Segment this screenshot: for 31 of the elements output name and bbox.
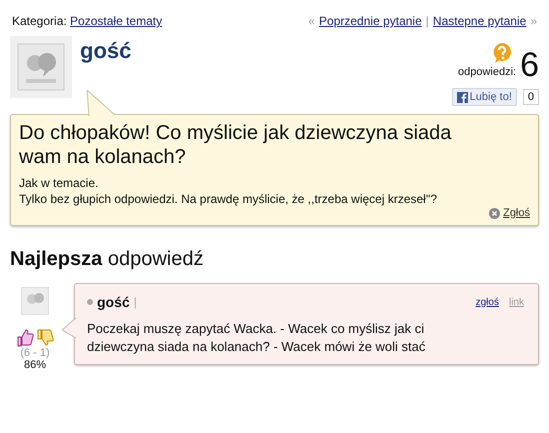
next-question-link[interactable]: Nastepne pytanie <box>432 14 526 28</box>
vote-percent: 86% <box>24 359 46 371</box>
question-text: Tylko bez głupich odpowiedzi. Na prawdę myślicie, że ,,trzeba więcej krzeseł''? <box>19 191 438 207</box>
avatar-icon <box>21 287 49 315</box>
report-link[interactable]: zgłoś <box>476 296 499 308</box>
bullet-icon <box>87 299 93 305</box>
best-answer-heading: Najlepsza odpowiedź <box>10 248 204 270</box>
vote-count: (6 - 1) <box>20 347 50 359</box>
prev-mark: « <box>308 14 316 28</box>
answer-text: Poczekaj muszę zapytać Wacka. - Wacek co myślisz jak ci dziewczyna siada na kolanach? - Wacek mówi że woli stać <box>87 320 426 356</box>
facebook-icon <box>456 92 468 102</box>
thumbs-down-icon[interactable] <box>36 329 54 347</box>
answers-label: odpowiedzi: <box>458 66 516 78</box>
category-label: Kategoria: <box>12 14 67 28</box>
like-count: 0 <box>522 89 539 105</box>
nav-separator: | <box>426 14 429 28</box>
previous-question-link[interactable]: Poprzednie pytanie <box>319 14 422 28</box>
next-mark: » <box>530 14 537 28</box>
category-link[interactable]: Pozostałe tematy <box>70 14 162 28</box>
close-icon <box>489 208 500 218</box>
answer-author: gość <box>97 294 130 310</box>
avatar-icon <box>10 36 72 98</box>
thumbs-up-icon[interactable] <box>16 329 34 347</box>
question-text: Jak w temacie. <box>19 175 100 191</box>
author-name: gość <box>80 38 132 64</box>
question-bubble-icon <box>491 42 513 64</box>
author-separator: | <box>134 295 137 309</box>
question-title: Do chłopaków! Co myślicie jak dziewczyna siada wam na kolanach? <box>19 121 452 169</box>
report-link[interactable]: Zgłoś <box>503 207 530 219</box>
like-button[interactable]: Lubię to! <box>452 88 517 106</box>
answers-count: 6 <box>520 48 539 82</box>
